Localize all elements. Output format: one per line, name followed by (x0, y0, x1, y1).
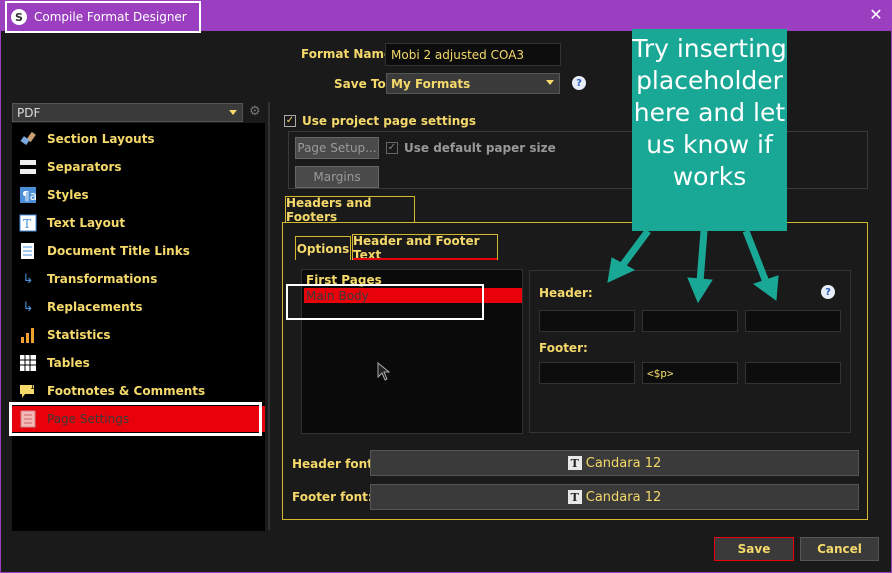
cancel-button[interactable]: Cancel (800, 537, 879, 561)
header-left-input[interactable] (539, 310, 635, 332)
save-to-label: Save To: (334, 77, 391, 91)
format-name-label: Format Name: (301, 47, 397, 61)
save-to-dropdown[interactable]: My Formats (386, 73, 560, 94)
header-font-value: Candara 12 (585, 455, 662, 471)
sidebar-item-section-layouts[interactable]: Section Layouts (12, 126, 265, 152)
window-title: Compile Format Designer (34, 10, 187, 24)
sidebar-item-label: Styles (47, 188, 89, 202)
save-button[interactable]: Save (714, 537, 794, 561)
use-project-label: Use project page settings (302, 114, 476, 128)
close-icon[interactable]: ✕ (866, 5, 886, 24)
sidebar-item-statistics[interactable]: Statistics (12, 322, 265, 348)
margins-button[interactable]: Margins (295, 166, 379, 188)
footnote-icon: 1 (19, 382, 37, 400)
header-label: Header: (539, 286, 593, 300)
help-icon[interactable]: ? (821, 285, 835, 299)
sidebar-item-document-title-links[interactable]: Document Title Links (12, 238, 265, 264)
document-icon (19, 242, 37, 260)
sidebar-item-label: Footnotes & Comments (47, 384, 206, 398)
sidebar-item-separators[interactable]: Separators (12, 154, 265, 180)
paragraph-icon: ¶a (19, 186, 37, 204)
header-font-button[interactable]: T Candara 12 (370, 450, 859, 476)
svg-text:1: 1 (30, 382, 35, 391)
sidebar-item-label: Tables (47, 356, 90, 370)
sidebar-item-label: Statistics (47, 328, 111, 342)
save-to-value: My Formats (391, 76, 471, 91)
font-icon: T (567, 456, 582, 470)
output-format-dropdown[interactable]: PDF (12, 103, 243, 122)
sidebar-item-replacements[interactable]: ↳ Replacements (12, 294, 265, 320)
use-project-checkbox[interactable]: ✓ (284, 115, 296, 127)
sidebar-item-label: Document Title Links (47, 244, 190, 258)
header-right-input[interactable] (745, 310, 841, 332)
table-icon (19, 354, 37, 372)
app-icon: S (11, 9, 27, 25)
footer-left-input[interactable] (539, 362, 635, 384)
transform-arrow-icon: ↳ (22, 271, 34, 287)
text-layout-icon: T (19, 214, 37, 232)
separator-icon (19, 158, 37, 176)
footer-right-input[interactable] (745, 362, 841, 384)
footer-label: Footer: (539, 341, 588, 355)
help-icon[interactable]: ? (572, 76, 586, 90)
sidebar-item-label: Replacements (47, 300, 143, 314)
font-icon: T (567, 490, 582, 504)
footer-font-value: Candara 12 (585, 489, 662, 505)
sidebar-item-label: Transformations (47, 272, 158, 286)
tab-headers-footers[interactable]: Headers and Footers (285, 196, 415, 224)
replace-arrow-icon: ↳ (22, 299, 34, 315)
brush-icon (19, 130, 37, 148)
gear-icon[interactable]: ⚙ (249, 104, 261, 119)
use-default-paper-checkbox[interactable]: ✓ (386, 142, 398, 154)
svg-text:¶a: ¶a (22, 189, 37, 203)
sidebar-item-label: Text Layout (47, 216, 126, 230)
output-format-value: PDF (17, 105, 41, 120)
footer-center-input[interactable]: <$p> (642, 362, 738, 384)
window-frame-left (0, 31, 1, 573)
sidebar-item-label: Separators (47, 160, 122, 174)
sidebar-item-footnotes-comments[interactable]: 1 Footnotes & Comments (12, 378, 265, 404)
header-font-label: Header font: (292, 457, 378, 471)
window-title-highlight: S Compile Format Designer (5, 1, 201, 33)
header-center-input[interactable] (642, 310, 738, 332)
tab-header-footer-text[interactable]: Header and Footer Text (352, 234, 498, 262)
split-divider[interactable] (268, 102, 270, 530)
chevron-down-icon (546, 80, 554, 85)
page-settings-highlight (9, 402, 262, 436)
mouse-cursor-icon (377, 362, 391, 381)
use-default-paper-label: Use default paper size (404, 141, 556, 155)
bar-chart-icon (19, 326, 37, 344)
chevron-down-icon (229, 110, 237, 115)
sidebar-item-tables[interactable]: Tables (12, 350, 265, 376)
main-body-highlight (286, 284, 484, 320)
footer-font-button[interactable]: T Candara 12 (370, 484, 859, 510)
sidebar: Section Layouts Separators ¶a Styles T T… (12, 123, 265, 531)
sidebar-item-styles[interactable]: ¶a Styles (12, 182, 265, 208)
sidebar-item-transformations[interactable]: ↳ Transformations (12, 266, 265, 292)
footer-font-label: Footer font: (292, 490, 373, 504)
format-name-input[interactable]: Mobi 2 adjusted COA3 (385, 43, 561, 66)
sidebar-item-label: Section Layouts (47, 132, 155, 146)
page-setup-button[interactable]: Page Setup... (295, 137, 379, 159)
active-tab-indicator (353, 258, 497, 260)
sidebar-item-text-layout[interactable]: T Text Layout (12, 210, 265, 236)
annotation-callout: Try inserting placeholder here and let u… (632, 29, 787, 231)
svg-text:T: T (23, 217, 31, 231)
tab-options[interactable]: Options (295, 236, 351, 260)
